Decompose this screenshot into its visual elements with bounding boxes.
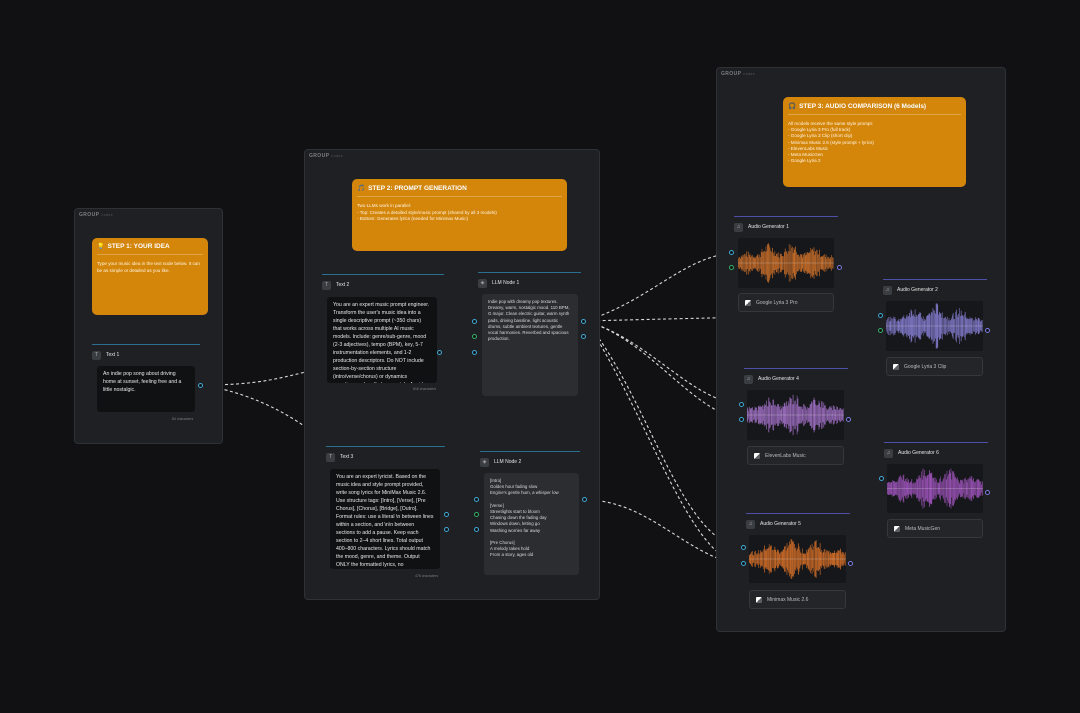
model-selector[interactable]: Meta MusicGen bbox=[887, 519, 983, 538]
output-port[interactable] bbox=[581, 319, 586, 324]
llm2-output: [Intro] Golden hour fading slow Engine's… bbox=[484, 473, 579, 575]
waveform[interactable] bbox=[747, 390, 844, 440]
node-title: LLM Node 2 bbox=[494, 459, 522, 465]
chip-icon: ◈ bbox=[478, 278, 487, 288]
speaker-icon: ♫ bbox=[744, 374, 753, 384]
text-icon: T bbox=[326, 452, 335, 462]
note-body: Type your music idea in the text node be… bbox=[97, 261, 200, 273]
note-body: Two LLMs work in parallel: - Top: Create… bbox=[357, 203, 497, 221]
input-port[interactable] bbox=[741, 561, 746, 566]
note-step2[interactable]: 🎵 STEP 2: PROMPT GENERATION Two LLMs work… bbox=[352, 179, 567, 251]
node-title: Audio Generator 2 bbox=[897, 287, 938, 293]
waveform[interactable] bbox=[887, 464, 983, 513]
llm1-output: Indie pop with dreamy pop textures. Drea… bbox=[482, 294, 578, 396]
group-label: GROUP nodes bbox=[721, 71, 755, 77]
speaker-icon: ♫ bbox=[884, 448, 893, 458]
waveform[interactable] bbox=[749, 535, 846, 583]
model-icon bbox=[893, 363, 899, 370]
model-selector[interactable]: ElevenLabs Music bbox=[747, 446, 844, 465]
text-icon: T bbox=[92, 350, 101, 360]
chip-icon: ◈ bbox=[480, 457, 489, 467]
output-port[interactable] bbox=[581, 334, 586, 339]
speaker-icon: ♫ bbox=[734, 222, 743, 232]
char-count: 84 characters bbox=[172, 417, 194, 421]
input-port[interactable] bbox=[474, 497, 479, 502]
model-selector[interactable]: Minimax Music 2.6 bbox=[749, 590, 846, 609]
output-port[interactable] bbox=[837, 265, 842, 270]
node-title: LLM Node 1 bbox=[492, 280, 520, 286]
group-label: GROUP nodes bbox=[79, 212, 113, 218]
input-port[interactable] bbox=[741, 545, 746, 550]
speaker-icon: ♫ bbox=[883, 285, 892, 295]
input-port[interactable] bbox=[729, 265, 734, 270]
note-title: STEP 1: YOUR IDEA bbox=[107, 243, 170, 250]
output-port[interactable] bbox=[985, 490, 990, 495]
node-title: Text 2 bbox=[336, 282, 350, 288]
edge-llm1-audio1 bbox=[585, 252, 731, 322]
model-selector[interactable]: Google Lyria 3 Pro bbox=[738, 293, 834, 312]
input-port[interactable] bbox=[472, 319, 477, 324]
output-port[interactable] bbox=[985, 328, 990, 333]
waveform[interactable] bbox=[886, 301, 983, 351]
text-icon: T bbox=[322, 280, 331, 290]
node-title: Audio Generator 5 bbox=[760, 521, 801, 527]
input-port[interactable] bbox=[879, 476, 884, 481]
model-icon bbox=[754, 452, 760, 459]
output-port[interactable] bbox=[444, 512, 449, 517]
input-port[interactable] bbox=[472, 350, 477, 355]
model-icon bbox=[756, 596, 762, 603]
output-port[interactable] bbox=[437, 350, 442, 355]
node-title: Text 3 bbox=[340, 454, 354, 460]
input-port[interactable] bbox=[878, 313, 883, 318]
lightbulb-icon: 💡 bbox=[97, 244, 105, 250]
note-title: STEP 3: AUDIO COMPARISON (6 Models) bbox=[799, 102, 927, 110]
input-port[interactable] bbox=[739, 417, 744, 422]
input-port[interactable] bbox=[474, 512, 479, 517]
waveform[interactable] bbox=[738, 238, 834, 288]
node-title: Text 1 bbox=[106, 352, 120, 358]
text3-input[interactable]: You are an expert lyricist. Based on the… bbox=[330, 469, 440, 569]
model-selector[interactable]: Google Lyria 3 Clip bbox=[886, 357, 983, 376]
output-port[interactable] bbox=[846, 417, 851, 422]
input-port[interactable] bbox=[878, 328, 883, 333]
input-port[interactable] bbox=[729, 250, 734, 255]
headphones-icon: 🎧 bbox=[788, 103, 797, 110]
char-count: 816 characters bbox=[413, 387, 437, 391]
note-body: All models receive the same style prompt… bbox=[788, 121, 874, 164]
input-port[interactable] bbox=[739, 402, 744, 407]
char-count: 476 characters bbox=[415, 574, 439, 578]
note-step1[interactable]: 💡 STEP 1: YOUR IDEA Type your music idea … bbox=[92, 238, 208, 315]
group-label: GROUP nodes bbox=[309, 153, 343, 159]
model-icon bbox=[745, 299, 751, 306]
output-port[interactable] bbox=[848, 561, 853, 566]
note-title: STEP 2: PROMPT GENERATION bbox=[368, 184, 467, 192]
text2-input[interactable]: You are an expert music prompt engineer.… bbox=[327, 297, 437, 383]
model-icon bbox=[894, 525, 900, 532]
node-title: Audio Generator 1 bbox=[748, 224, 789, 230]
note-step3[interactable]: 🎧 STEP 3: AUDIO COMPARISON (6 Models) All… bbox=[783, 97, 966, 187]
workflow-canvas[interactable]: GROUP nodes 💡 STEP 1: YOUR IDEA Type your … bbox=[0, 0, 1080, 713]
music-note-icon: 🎵 bbox=[357, 185, 366, 192]
input-port[interactable] bbox=[472, 334, 477, 339]
text1-input[interactable]: An indie pop song about driving home at … bbox=[97, 366, 195, 412]
node-title: Audio Generator 4 bbox=[758, 376, 799, 382]
speaker-icon: ♫ bbox=[746, 519, 755, 529]
input-port[interactable] bbox=[474, 527, 479, 532]
output-port[interactable] bbox=[198, 383, 203, 388]
node-title: Audio Generator 6 bbox=[898, 450, 939, 456]
output-port[interactable] bbox=[444, 527, 449, 532]
output-port[interactable] bbox=[582, 497, 587, 502]
